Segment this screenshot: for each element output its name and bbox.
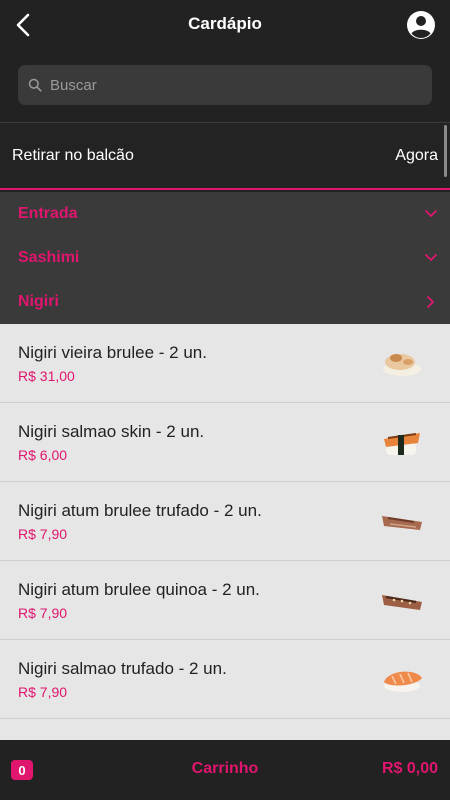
product-item[interactable]: Nigiri salmao skin - 2 un. R$ 6,00: [0, 403, 450, 482]
scrollbar[interactable]: [444, 125, 447, 177]
category-label: Entrada: [18, 205, 78, 222]
search-input[interactable]: [50, 76, 410, 94]
chevron-down-icon: [424, 251, 438, 265]
pickup-label: Retirar no balcão: [12, 146, 134, 164]
product-item[interactable]: Nigiri atum brulee quinoa - 2 un. R$ 7,9…: [0, 561, 450, 640]
product-price: R$ 6,00: [18, 447, 68, 463]
product-image: [384, 671, 422, 692]
category-sashimi[interactable]: Sashimi: [0, 236, 450, 280]
product-price: R$ 7,90: [18, 684, 68, 700]
product-item[interactable]: Nigiri vieira brulee - 2 un. R$ 31,00: [0, 324, 450, 403]
product-price: R$ 31,00: [18, 368, 75, 384]
category-entrada[interactable]: Entrada: [0, 192, 450, 236]
product-name: Nigiri salmao trufado - 2 un.: [18, 659, 227, 678]
pickup-option[interactable]: Retirar no balcão Agora: [0, 122, 450, 190]
product-item[interactable]: Nigiri salmao trufado - 2 un. R$ 7,90: [0, 640, 450, 719]
product-image: [382, 516, 422, 530]
product-image: [382, 595, 422, 610]
pickup-time: Agora: [395, 146, 438, 164]
cart-total: R$ 0,00: [381, 760, 438, 777]
product-image: [383, 354, 421, 376]
product-name: Nigiri vieira brulee - 2 un.: [18, 343, 207, 362]
search-bar[interactable]: [18, 65, 432, 105]
product-image: [384, 433, 420, 455]
product-name: Nigiri atum brulee trufado - 2 un.: [18, 501, 262, 520]
category-label: Sashimi: [18, 249, 80, 266]
category-label: Nigiri: [18, 293, 59, 310]
search-icon: [28, 77, 44, 93]
product-name: Nigiri atum brulee quinoa - 2 un.: [18, 580, 260, 599]
category-nigiri[interactable]: Nigiri: [0, 280, 450, 324]
profile-button[interactable]: [406, 10, 436, 40]
chevron-right-icon: [424, 295, 438, 309]
cart-bar[interactable]: 0 Carrinho R$ 0,00: [0, 740, 450, 800]
top-bar: Cardápio: [0, 0, 450, 50]
category-list: Entrada Sashimi Nigiri: [0, 192, 450, 324]
product-item[interactable]: Nigiri atum brulee trufado - 2 un. R$ 7,…: [0, 482, 450, 561]
chevron-down-icon: [424, 207, 438, 221]
account-circle-icon: [407, 11, 435, 39]
product-price: R$ 7,90: [18, 526, 68, 542]
product-price: R$ 7,90: [18, 605, 68, 621]
page-title: Cardápio: [188, 14, 262, 33]
product-list: Nigiri vieira brulee - 2 un. R$ 31,00 Ni…: [0, 324, 450, 740]
product-name: Nigiri salmao skin - 2 un.: [18, 422, 205, 441]
